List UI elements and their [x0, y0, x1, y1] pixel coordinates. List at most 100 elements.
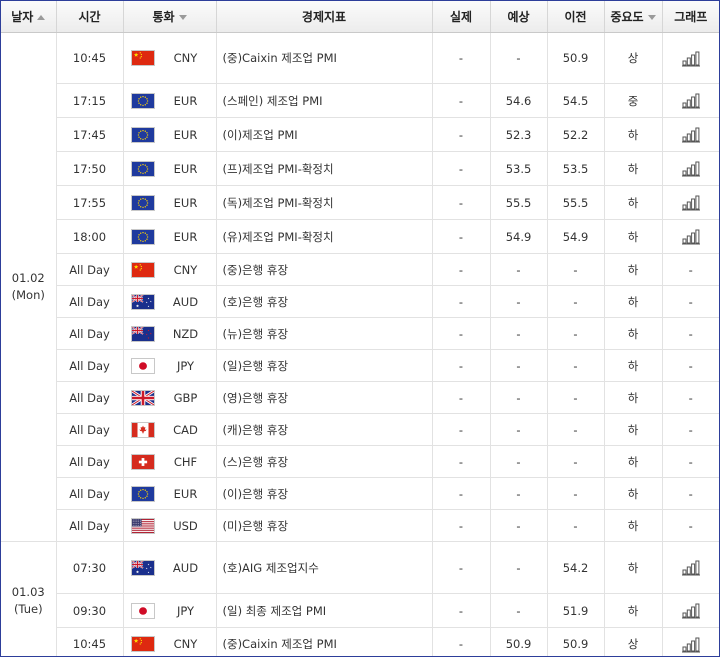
column-header-previous: 이전: [547, 1, 605, 33]
time-cell: All Day: [56, 445, 124, 478]
indicator-link[interactable]: (일) 최종 제조업 PMI: [216, 593, 433, 628]
table-row[interactable]: 10:45 CNY (중)Caixin 제조업 PMI -50.9 50.9 상: [1, 627, 719, 656]
time-cell: All Day: [56, 285, 124, 318]
indicator-link[interactable]: (호)은행 휴장: [216, 285, 433, 318]
sort-ascending-icon[interactable]: [37, 15, 46, 20]
indicator-link[interactable]: (스)은행 휴장: [216, 445, 433, 478]
currency-code: EUR: [173, 229, 198, 244]
bar-chart-icon[interactable]: [681, 92, 701, 109]
actual-value: -: [432, 477, 491, 510]
currency-cell: CNY: [123, 32, 217, 84]
indicator-link[interactable]: (이)은행 휴장: [216, 477, 433, 510]
bar-chart-icon[interactable]: [681, 636, 701, 653]
indicator-link[interactable]: (미)은행 휴장: [216, 509, 433, 542]
forecast-value: 54.6: [490, 83, 548, 118]
graph-cell: [662, 185, 719, 220]
indicator-link[interactable]: (뉴)은행 휴장: [216, 317, 433, 350]
graph-cell: -: [662, 317, 719, 350]
previous-value: -: [547, 285, 605, 318]
previous-value: 52.2: [547, 117, 605, 152]
column-header-label: 그래프: [674, 10, 708, 24]
indicator-link[interactable]: (프)제조업 PMI-확정치: [216, 151, 433, 186]
sort-descending-icon[interactable]: [178, 15, 187, 20]
indicator-link[interactable]: (캐)은행 휴장: [216, 413, 433, 446]
actual-value: -: [432, 349, 491, 382]
bar-chart-icon[interactable]: [681, 602, 701, 619]
column-header-importance[interactable]: 중요도: [604, 1, 663, 33]
table-row[interactable]: 17:45 EUR (이)제조업 PMI -52.3 52.2 하: [1, 117, 719, 152]
table-row[interactable]: 17:55 EUR (독)제조업 PMI-확정치 -55.5 55.5 하: [1, 185, 719, 220]
table-row[interactable]: All Day JPY (일)은행 휴장 - - - 하 -: [1, 349, 719, 382]
forecast-value: 55.5: [490, 185, 548, 220]
eu-flag-icon: [130, 228, 155, 245]
table-row[interactable]: All Day USD (미)은행 휴장 - - - 하 -: [1, 509, 719, 542]
currency-cell: NZD: [123, 317, 217, 350]
bar-chart-icon[interactable]: [681, 559, 701, 576]
actual-value: -: [432, 509, 491, 542]
time-cell: All Day: [56, 413, 124, 446]
currency-code: CNY: [173, 262, 198, 277]
table-row[interactable]: 09:30 JPY (일) 최종 제조업 PMI - -51.9 하: [1, 593, 719, 628]
actual-value: -: [432, 627, 491, 656]
actual-value: -: [432, 219, 491, 254]
currency-code: EUR: [173, 93, 198, 108]
column-header-date[interactable]: 날자: [1, 1, 57, 33]
table-row[interactable]: 17:15 EUR (스페인) 제조업 PMI -54.6 54.5 중: [1, 83, 719, 118]
indicator-link[interactable]: (중)Caixin 제조업 PMI: [216, 32, 433, 84]
table-row[interactable]: All Day AUD (호)은행 휴장 - - - 하 -: [1, 285, 719, 318]
indicator-link[interactable]: (중)Caixin 제조업 PMI: [216, 627, 433, 656]
currency-code: EUR: [173, 486, 198, 501]
actual-value: -: [432, 593, 491, 628]
time-cell: 17:55: [56, 185, 124, 220]
bar-chart-icon[interactable]: [681, 160, 701, 177]
importance-value: 하: [604, 253, 663, 286]
graph-cell: -: [662, 413, 719, 446]
bar-chart-icon[interactable]: [681, 228, 701, 245]
graph-cell: -: [662, 445, 719, 478]
bar-chart-icon[interactable]: [681, 126, 701, 143]
bar-chart-icon[interactable]: [681, 194, 701, 211]
column-header-currency[interactable]: 통화: [123, 1, 217, 33]
actual-value: -: [432, 541, 491, 594]
indicator-link[interactable]: (독)제조업 PMI-확정치: [216, 185, 433, 220]
column-header-label: 시간: [78, 10, 101, 24]
date-cell: 01.03 (Tue): [1, 541, 57, 656]
table-row[interactable]: 01.02 (Mon) 10:45 CNY (중)Caixin 제조업 PMI - -50.…: [1, 32, 719, 542]
actual-value: -: [432, 185, 491, 220]
table-row[interactable]: All Day CHF (스)은행 휴장 - - - 하 -: [1, 445, 719, 478]
table-row[interactable]: All Day NZD (뉴)은행 휴장 - - - 하 -: [1, 317, 719, 350]
time-cell: 10:45: [56, 627, 124, 656]
table-row[interactable]: 01.03 (Tue) 07:30 AUD (호)AIG 제조업지수 - -54.2 하: [1, 541, 719, 656]
currency-cell: EUR: [123, 185, 217, 220]
forecast-value: 52.3: [490, 117, 548, 152]
forecast-value: -: [490, 349, 548, 382]
column-header-label: 날자: [11, 10, 34, 24]
time-cell: All Day: [56, 477, 124, 510]
indicator-link[interactable]: (호)AIG 제조업지수: [216, 541, 433, 594]
date-value: 01.02: [11, 271, 45, 285]
graph-cell: -: [662, 477, 719, 510]
indicator-link[interactable]: (중)은행 휴장: [216, 253, 433, 286]
us-flag-icon: [130, 517, 155, 534]
previous-value: 55.5: [547, 185, 605, 220]
table-row[interactable]: 18:00 EUR (유)제조업 PMI-확정치 -54.9 54.9 하: [1, 219, 719, 254]
table-row[interactable]: All Day CNY (중)은행 휴장 - - - 하 -: [1, 253, 719, 286]
graph-cell: [662, 83, 719, 118]
table-row[interactable]: 17:50 EUR (프)제조업 PMI-확정치 -53.5 53.5 하: [1, 151, 719, 186]
bar-chart-icon[interactable]: [681, 50, 701, 67]
sort-descending-icon[interactable]: [647, 15, 656, 20]
table-row[interactable]: All Day CAD (캐)은행 휴장 - - - 하 -: [1, 413, 719, 446]
table-row[interactable]: All Day EUR (이)은행 휴장 - - - 하 -: [1, 477, 719, 510]
currency-code: USD: [173, 518, 198, 533]
indicator-link[interactable]: (스페인) 제조업 PMI: [216, 83, 433, 118]
indicator-link[interactable]: (일)은행 휴장: [216, 349, 433, 382]
forecast-value: -: [490, 253, 548, 286]
indicator-link[interactable]: (영)은행 휴장: [216, 381, 433, 414]
actual-value: -: [432, 117, 491, 152]
graph-cell: -: [662, 349, 719, 382]
indicator-link[interactable]: (이)제조업 PMI: [216, 117, 433, 152]
indicator-link[interactable]: (유)제조업 PMI-확정치: [216, 219, 433, 254]
previous-value: -: [547, 445, 605, 478]
table-row[interactable]: All Day GBP (영)은행 휴장 - - - 하 -: [1, 381, 719, 414]
column-header-label: 예상: [507, 10, 530, 24]
